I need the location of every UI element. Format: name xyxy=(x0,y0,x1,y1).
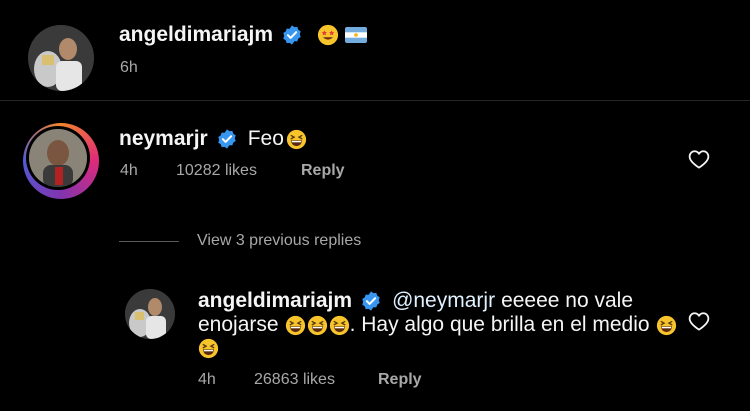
comment-text: Feo xyxy=(247,127,284,150)
reply-text-line2a: enojarse xyxy=(198,313,279,336)
header-divider xyxy=(0,100,750,101)
post-avatar[interactable] xyxy=(28,25,94,91)
comment-username[interactable]: neymarjr xyxy=(119,127,208,151)
reply-likes[interactable]: 26863 likes xyxy=(254,371,335,389)
comment-time: 4h xyxy=(120,162,138,179)
verified-badge-icon xyxy=(218,129,236,149)
heart-outline-icon[interactable] xyxy=(688,311,710,331)
avatar-photo xyxy=(29,129,87,187)
reply-avatar[interactable] xyxy=(125,289,175,339)
grinning-squinting-face-emoji xyxy=(656,315,676,335)
verified-badge-icon xyxy=(362,291,380,311)
reply-line-3 xyxy=(198,336,219,360)
reply-time: 4h xyxy=(198,371,216,388)
grinning-squinting-face-emoji xyxy=(307,315,327,335)
comment-reply-button[interactable]: Reply xyxy=(301,162,345,180)
comment-likes[interactable]: 10282 likes xyxy=(176,162,257,180)
heart-outline-icon[interactable] xyxy=(688,149,710,169)
comment-header-line: neymarjr Feo xyxy=(119,124,307,154)
star-struck-emoji xyxy=(317,24,339,46)
post-username[interactable]: angeldimariajm xyxy=(119,23,273,47)
post-header-line: angeldimariajm xyxy=(119,20,368,50)
grinning-squinting-face-emoji xyxy=(285,315,305,335)
grinning-squinting-face-emoji xyxy=(198,338,219,358)
replies-line xyxy=(119,241,179,242)
post-time: 6h xyxy=(120,59,138,76)
grinning-squinting-face-emoji xyxy=(286,129,307,149)
avatar-photo xyxy=(28,25,94,91)
avatar-photo xyxy=(125,289,175,339)
comment-avatar xyxy=(29,129,87,187)
view-previous-replies[interactable]: View 3 previous replies xyxy=(197,232,361,250)
grinning-squinting-face-emoji xyxy=(329,315,349,335)
verified-badge-icon xyxy=(283,25,301,45)
comment-avatar-story-ring[interactable] xyxy=(23,123,99,199)
reply-line-2: enojarse . Hay algo que brilla en el med… xyxy=(198,310,677,340)
reply-text-line2b: . Hay algo que brilla en el medio xyxy=(349,313,650,336)
reply-reply-button[interactable]: Reply xyxy=(378,371,422,389)
argentina-flag-emoji xyxy=(345,27,368,43)
